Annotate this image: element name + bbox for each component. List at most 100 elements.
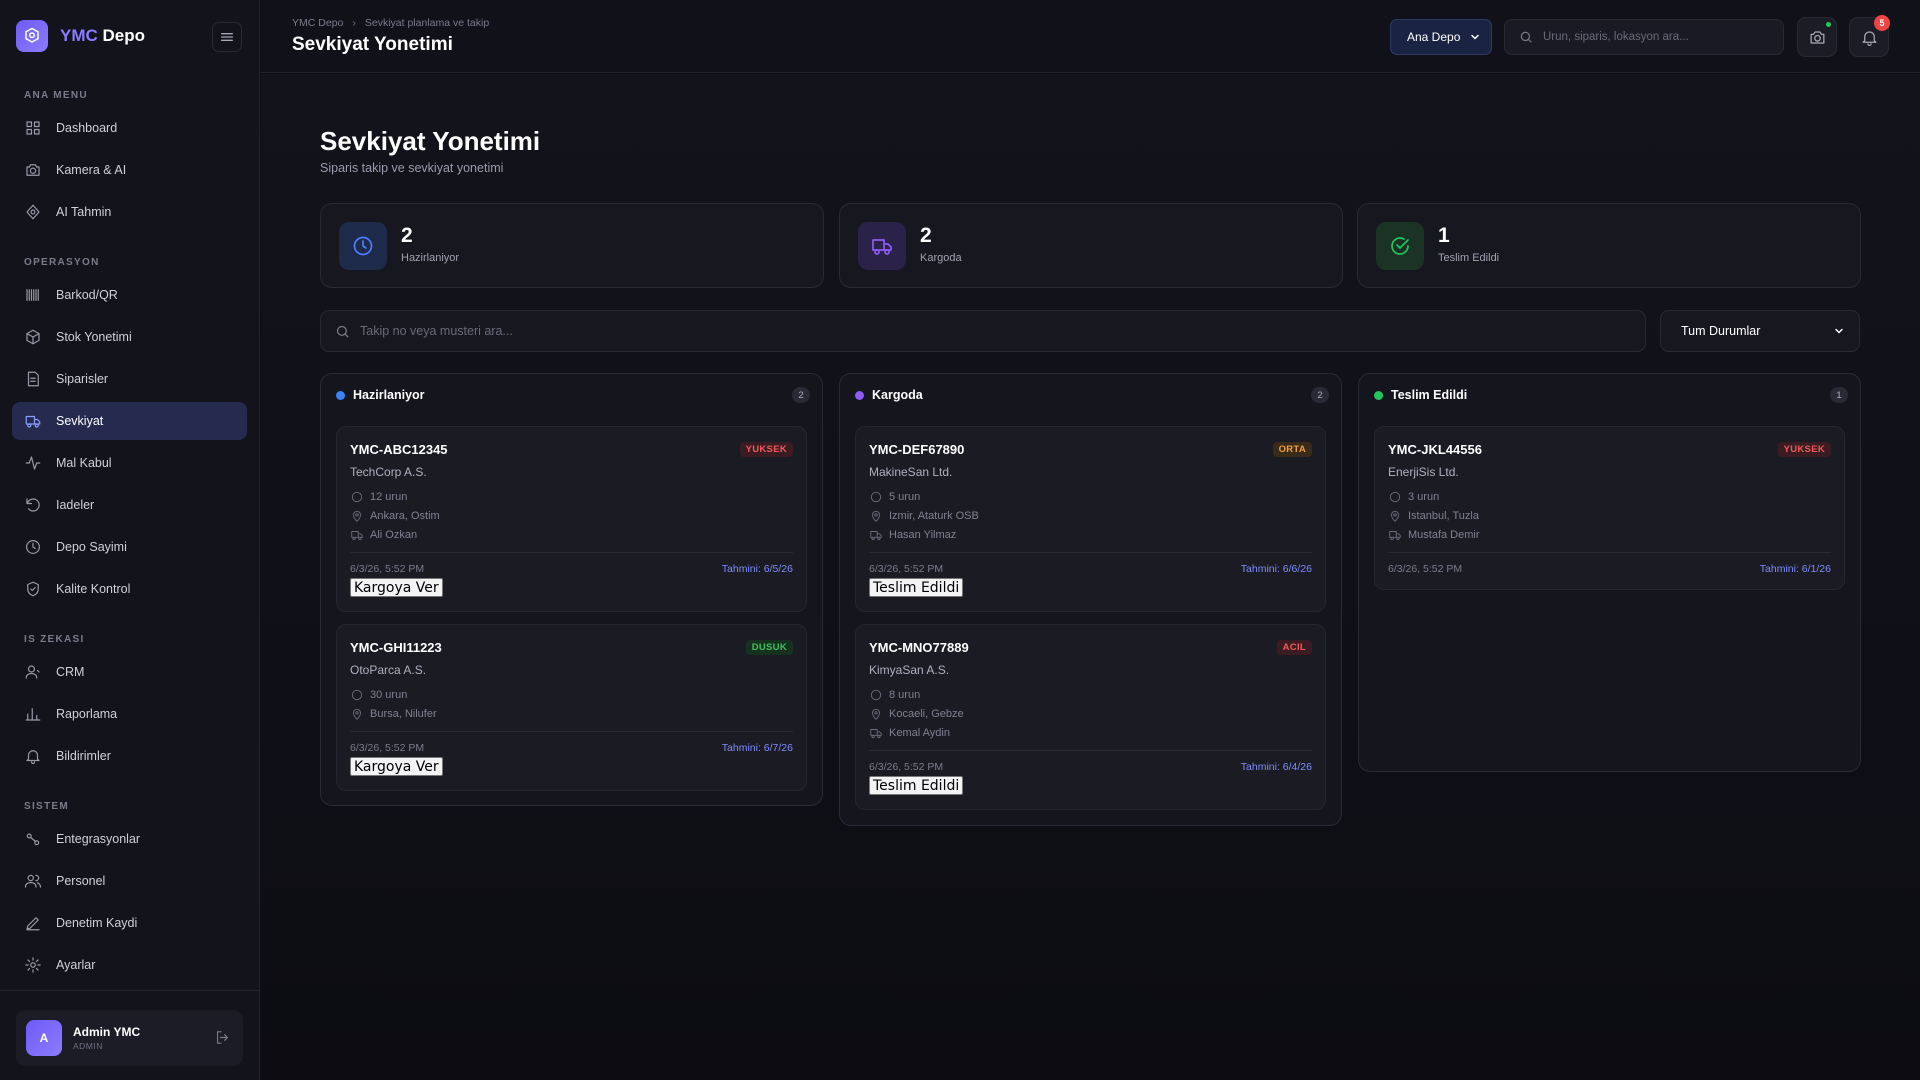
users-icon <box>24 874 42 888</box>
sidebar-item-dashboard[interactable]: Dashboard <box>12 109 247 147</box>
shipment-card[interactable]: YMC-JKL44556 YUKSEK EnerjiSis Ltd. 3 uru… <box>1374 426 1845 590</box>
created-date: 6/3/26, 5:52 PM <box>869 761 944 773</box>
status-filter-value: Tum Durumlar <box>1681 324 1761 338</box>
sidebar-item-label: Depo Sayimi <box>56 540 127 554</box>
item-count: 8 urun <box>869 688 920 702</box>
sidebar-item-goods-receipt[interactable]: Mal Kabul <box>12 444 247 482</box>
sidebar-item-integrations[interactable]: Entegrasyonlar <box>12 820 247 858</box>
created-date: 6/3/26, 5:52 PM <box>350 563 425 575</box>
camera-icon <box>1810 30 1824 44</box>
sidebar-item-barcode[interactable]: Barkod/QR <box>12 276 247 314</box>
sidebar-item-label: Bildirimler <box>56 749 111 763</box>
customer-name: KimyaSan A.S. <box>869 663 950 677</box>
sidebar-item-crm[interactable]: CRM <box>12 653 247 691</box>
column-title: Kargoda <box>872 388 923 402</box>
sidebar-item-settings[interactable]: Ayarlar <box>12 946 247 984</box>
notifications-button[interactable]: 5 <box>1849 15 1890 57</box>
sidebar-item-stock[interactable]: Stok Yonetimi <box>12 318 247 356</box>
ai-icon <box>26 204 40 220</box>
sidebar-item-audit-log[interactable]: Denetim Kaydi <box>12 904 247 942</box>
sidebar-item-reports[interactable]: Raporlama <box>12 695 247 733</box>
sidebar-item-label: Denetim Kaydi <box>56 916 138 930</box>
bell-icon <box>26 750 40 765</box>
status-filter-select[interactable]: Tum Durumlar <box>1660 310 1860 352</box>
map-pin-icon <box>353 708 361 720</box>
stat-label: Teslim Edildi <box>1438 252 1500 264</box>
shipment-card[interactable]: YMC-ABC12345 YUKSEK TechCorp A.S. 12 uru… <box>336 426 807 612</box>
truck-icon <box>25 415 41 428</box>
logout-button[interactable] <box>214 1029 231 1051</box>
mark-delivered-button[interactable]: Teslim Edildi <box>869 578 964 597</box>
courier: Mustafa Demir <box>1388 528 1480 542</box>
column-status-dot <box>336 390 345 400</box>
item-count-text: 3 urun <box>1408 491 1440 503</box>
warehouse-select[interactable]: Ana Depo <box>1390 19 1492 55</box>
shipment-card[interactable]: YMC-GHI11223 DUSUK OtoParca A.S. 30 urun… <box>336 624 807 791</box>
tracking-number: YMC-ABC12345 <box>350 442 448 457</box>
location: Istanbul, Tuzla <box>1388 509 1479 523</box>
estimated-delivery: Tahmini: 6/4/26 <box>1240 761 1312 773</box>
sidebar-item-orders[interactable]: Siparisler <box>12 360 247 398</box>
shipment-card[interactable]: YMC-DEF67890 ORTA MakineSan Ltd. 5 urun … <box>855 426 1326 612</box>
sidebar-item-label: Ayarlar <box>56 958 96 972</box>
shipment-card[interactable]: YMC-MNO77889 ACIL KimyaSan A.S. 8 urun K… <box>855 624 1326 810</box>
sidebar-item-notifications[interactable]: Bildirimler <box>12 737 247 775</box>
column-count-badge: 2 <box>792 387 810 403</box>
sidebar-item-shipment[interactable]: Sevkiyat <box>12 402 247 440</box>
estimated-delivery: Tahmini: 6/5/26 <box>721 563 793 575</box>
priority-badge: ORTA <box>1272 442 1312 457</box>
breadcrumb-root[interactable]: YMC Depo <box>292 17 343 29</box>
estimated-delivery: Tahmini: 6/7/26 <box>721 742 793 754</box>
truck-icon <box>1389 531 1401 541</box>
item-count-text: 5 urun <box>889 491 921 503</box>
sidebar-item-quality[interactable]: Kalite Kontrol <box>12 570 247 608</box>
customer-name: TechCorp A.S. <box>350 465 427 479</box>
sidebar-item-ai-forecast[interactable]: AI Tahmin <box>12 193 247 231</box>
breadcrumb-current: Sevkiyat planlama ve takip <box>364 17 490 29</box>
clock-icon <box>26 540 40 554</box>
global-search-input[interactable]: Urun, siparis, lokasyon ara... <box>1504 19 1784 55</box>
sidebar-item-inventory-count[interactable]: Depo Sayimi <box>12 528 247 566</box>
card-divider <box>869 552 1312 553</box>
check-circle-icon <box>1376 222 1424 270</box>
stat-value: 2 <box>920 224 932 247</box>
ship-button[interactable]: Kargoya Ver <box>350 757 443 776</box>
item-count: 12 urun <box>350 490 407 504</box>
courier-name: Mustafa Demir <box>1408 529 1480 541</box>
hamburger-icon <box>221 33 233 41</box>
sidebar-item-camera[interactable]: Kamera & AI <box>12 151 247 189</box>
sidebar-item-label: Sevkiyat <box>56 414 104 428</box>
sidebar-item-returns[interactable]: Iadeler <box>12 486 247 524</box>
map-pin-icon <box>872 708 880 720</box>
sidebar-item-label: Raporlama <box>56 707 118 721</box>
sidebar-item-label: CRM <box>56 665 85 679</box>
sidebar-item-staff[interactable]: Personel <box>12 862 247 900</box>
package-icon <box>870 491 882 503</box>
created-date: 6/3/26, 5:52 PM <box>1388 563 1463 575</box>
location-text: Istanbul, Tuzla <box>1408 510 1479 522</box>
menu-toggle-button[interactable] <box>212 22 242 52</box>
column-count-badge: 1 <box>1830 387 1848 403</box>
column-header: Teslim Edildi <box>1374 388 1467 402</box>
mark-delivered-button[interactable]: Teslim Edildi <box>869 776 964 795</box>
sidebar-item-label: Kalite Kontrol <box>56 582 131 596</box>
column-count-badge: 2 <box>1311 387 1329 403</box>
column-header: Kargoda <box>855 388 923 402</box>
barcode-icon <box>26 289 39 301</box>
item-count-text: 12 urun <box>370 491 408 503</box>
ship-button[interactable]: Kargoya Ver <box>350 578 443 597</box>
brand-name: YMC Depo <box>60 26 146 45</box>
created-date: 6/3/26, 5:52 PM <box>869 563 944 575</box>
created-date: 6/3/26, 5:52 PM <box>350 742 425 754</box>
camera-button[interactable] <box>1797 17 1837 57</box>
shipment-search-input[interactable]: Takip no veya musteri ara... <box>320 310 1646 352</box>
priority-badge: YUKSEK <box>1777 442 1831 457</box>
stat-value: 2 <box>401 224 413 247</box>
document-icon <box>27 371 39 387</box>
sidebar-item-label: Mal Kabul <box>56 456 112 470</box>
kanban-column-preparing: Hazirlaniyor 2 YMC-ABC12345 YUKSEK TechC… <box>320 373 823 806</box>
courier-name: Hasan Yilmaz <box>889 529 957 541</box>
user-card[interactable]: A Admin YMC ADMIN <box>16 1010 243 1066</box>
customer-name: EnerjiSis Ltd. <box>1388 465 1459 479</box>
box-icon <box>26 329 40 345</box>
